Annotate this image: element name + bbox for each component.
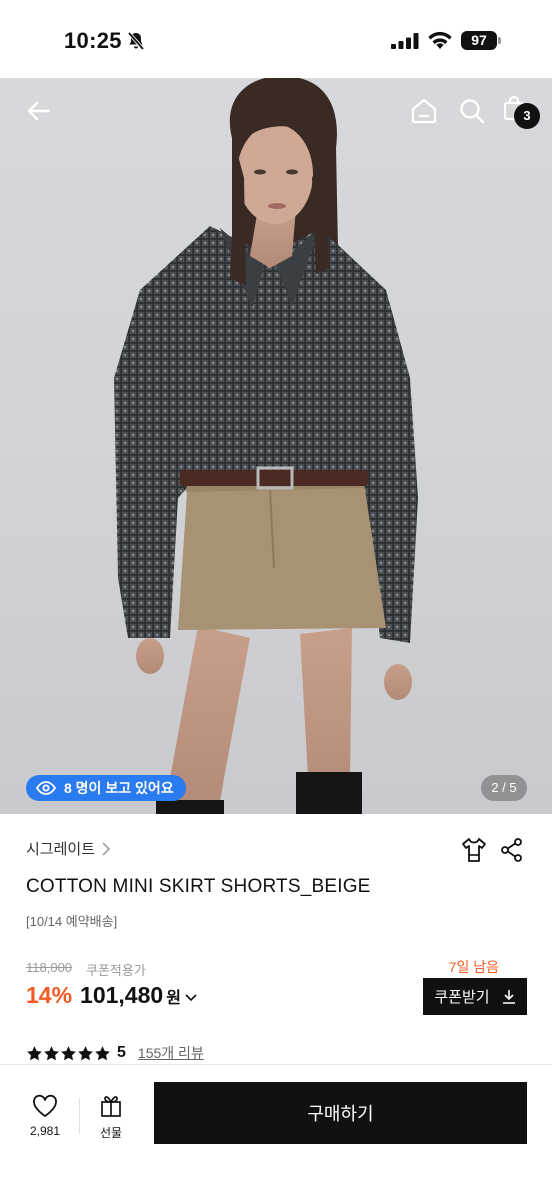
download-icon: [502, 990, 515, 1004]
chevron-down-icon: [185, 994, 197, 1002]
size-guide-shirt-icon[interactable]: [460, 836, 488, 864]
price-row[interactable]: 14% 101,480 원: [26, 982, 197, 1009]
get-coupon-button[interactable]: 쿠폰받기: [423, 978, 527, 1015]
currency-label: 원: [166, 990, 181, 1007]
battery-icon: 97: [461, 31, 501, 50]
get-coupon-label: 쿠폰받기: [434, 989, 490, 1006]
back-arrow-icon[interactable]: [24, 96, 54, 126]
delivery-note: [10/14 예약배송]: [26, 914, 118, 929]
gift-label: 선물: [99, 1126, 123, 1140]
discount-rate: 14%: [26, 982, 73, 1008]
battery-cap: [498, 37, 501, 44]
brand-name: 시그레이트: [26, 841, 96, 858]
reviews-link[interactable]: 155개 리뷰: [138, 1043, 204, 1063]
status-bar: 10:25 97: [0, 0, 552, 78]
star-icon: [44, 1045, 59, 1060]
status-time: 10:25: [64, 28, 122, 53]
chevron-right-icon: [102, 841, 111, 856]
star-icon: [95, 1045, 110, 1060]
battery-level: 97: [461, 31, 497, 50]
bottom-divider: [79, 1098, 80, 1134]
rating-row: 5 155개 리뷰: [26, 1043, 204, 1063]
star-icon: [27, 1045, 42, 1060]
coupon-days-left: 7일 남음: [448, 959, 499, 975]
wifi-icon: [428, 31, 452, 49]
like-count: 2,981: [29, 1124, 61, 1138]
star-icon: [78, 1045, 93, 1060]
share-icon[interactable]: [498, 836, 526, 864]
cart-count-badge: 3: [514, 103, 540, 129]
product-image-gallery[interactable]: 8 명이 보고 있어요 2 / 5: [0, 78, 552, 814]
heart-icon: [33, 1094, 57, 1118]
home-icon[interactable]: [409, 96, 439, 126]
star-rating: [26, 1045, 111, 1062]
star-icon: [61, 1045, 76, 1060]
search-icon[interactable]: [457, 96, 487, 126]
rating-value: 5: [117, 1044, 126, 1061]
product-title: COTTON MINI SKIRT SHORTS_BEIGE: [26, 876, 371, 897]
signal-icon: [391, 33, 419, 49]
viewers-text: 8 명이 보고 있어요: [64, 780, 174, 796]
coupon-price-note: 쿠폰적용가: [86, 963, 146, 978]
eye-icon: [36, 781, 56, 795]
gift-icon: [101, 1096, 121, 1117]
gift-button[interactable]: 선물: [86, 1094, 136, 1141]
brand-link[interactable]: 시그레이트: [26, 838, 111, 859]
product-photo: [114, 78, 418, 814]
viewers-badge: 8 명이 보고 있어요: [26, 775, 186, 801]
like-button[interactable]: 2,981: [18, 1094, 72, 1138]
original-price: 118,000: [26, 960, 73, 975]
bell-slash-icon: [127, 31, 145, 51]
gallery-page-indicator: 2 / 5: [481, 775, 527, 801]
sale-price: 101,480: [80, 982, 164, 1008]
buy-button[interactable]: 구매하기: [154, 1082, 527, 1144]
